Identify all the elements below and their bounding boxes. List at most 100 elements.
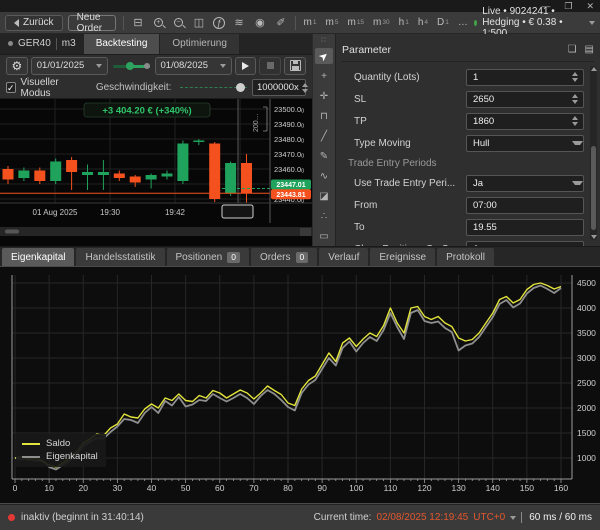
scrollbar-thumb[interactable] [591,146,596,230]
new-order-button[interactable]: Neue Order [67,11,117,34]
date-from-value: 01/01/2025 [36,60,85,72]
result-tab-positionen[interactable]: Positionen 0 [166,248,249,266]
timeframe-button-…[interactable]: … [457,17,469,28]
parameter-value: 07:00 [473,199,497,211]
parameter-text[interactable]: 07:00 [466,196,584,214]
save-preset-icon[interactable]: ▤ [585,44,594,55]
svg-text:4500: 4500 [577,278,596,288]
spin-down-icon[interactable] [572,122,578,126]
save-workspace-icon[interactable]: ⊟ [131,16,145,30]
svg-text:+3 404.20 € (+340%): +3 404.20 € (+340%) [102,106,191,117]
price-chart[interactable]: 23500.00 23490.00 23480.00 23470.00 23460.00… [0,99,312,246]
tab-optimierung[interactable]: Optimierung [160,34,240,54]
scroll-up-icon[interactable] [590,67,597,71]
save-backtest-button[interactable] [284,56,307,75]
date-from-select[interactable]: 01/01/2025 [30,56,108,75]
date-to-select[interactable]: 01/08/2025 [154,56,232,75]
timeframe-button-m30[interactable]: m 30 [372,17,391,28]
chevron-down-icon [510,515,517,520]
pattern-tool[interactable]: ∴ [315,208,333,224]
equity-chart[interactable]: 0 10 20 30 40 50 60 70 80 90 100 110 120 130 140 150 160… [0,266,600,504]
parameters-scrollbar[interactable] [590,66,597,240]
svg-text:19:30: 19:30 [100,208,121,217]
frame-tool[interactable]: ⊓ [315,108,333,124]
new-order-label: Neue Order [76,11,103,34]
cursor-tool[interactable]: ➤ [315,48,333,64]
parameter-dropdown[interactable]: Ja [466,240,584,246]
spin-up-icon[interactable] [572,72,578,76]
spin-up-icon[interactable] [572,94,578,98]
speed-value-spinner[interactable]: 1000000x [252,79,308,96]
visibility-icon[interactable]: ◉ [253,16,267,30]
indicator-icon[interactable]: ◫ [192,16,206,30]
spin-down-icon[interactable] [301,88,308,93]
range-knob[interactable] [125,61,134,70]
inactive-status-dot [8,514,15,521]
timeframe-button-m1[interactable]: m1 [303,17,318,28]
toolbar-separator [123,15,124,30]
parameters-title: Parameter [342,43,392,56]
result-tab-eigenkapital[interactable]: Eigenkapital [2,248,75,266]
stop-button[interactable] [259,56,282,75]
spin-up-icon[interactable] [572,116,578,120]
play-button[interactable] [234,56,257,75]
backtest-panel: GER40 m3 Backtesting Optimierung ⚙ 01/01… [0,34,312,246]
toolbar-separator [294,15,296,30]
measure-tool[interactable]: ✛ [315,88,333,104]
timeframe-button-D1[interactable]: D1 [436,17,450,28]
result-tab-label: Orders [259,251,291,263]
result-tab-handelsstatistik[interactable]: Handelsstatistik [76,248,165,266]
load-preset-icon[interactable]: ❏ [568,44,577,55]
result-tab-orders[interactable]: Orders 0 [250,248,318,266]
objects-icon[interactable]: ≋ [232,16,246,30]
speed-slider-knob[interactable] [236,83,245,92]
move-handle[interactable]: ∷ [315,36,333,44]
visual-mode-checkbox[interactable]: ✓ [6,82,16,93]
timeframe-button-m15[interactable]: m 15 [346,17,365,28]
settings-button[interactable]: ⚙ [6,56,28,75]
eraser-tool[interactable]: ◪ [315,188,333,204]
result-tab-ereignisse[interactable]: Ereignisse [370,248,436,266]
zoom-out-icon[interactable]: − [173,18,183,27]
symbol-chip[interactable]: GER40 m3 [0,34,84,54]
pencil-tool[interactable]: ✎ [315,148,333,164]
tab-backtesting[interactable]: Backtesting [83,34,161,54]
timeframe-button-m5[interactable]: m5 [325,17,340,28]
spin-up-icon[interactable] [301,82,308,87]
result-tab-protokoll[interactable]: Protokoll [437,248,494,266]
parameter-spinner[interactable]: 2650 [466,90,584,108]
parameter-value: 19.55 [473,221,497,233]
parameter-text[interactable]: 19.55 [466,218,584,236]
back-button[interactable]: Zurück [5,14,63,31]
parameter-spinner[interactable]: 1860 [466,112,584,130]
timeframe-group: m 1 m 5 m 15 m 30 h 1 h 4 D 1 … [303,17,469,28]
timezone-selector[interactable]: UTC+0 [473,512,505,523]
shape-tool[interactable]: ▭ [315,228,333,244]
timeframe-button-h4[interactable]: h4 [417,17,429,28]
svg-text:60: 60 [215,483,225,493]
zoom-in-icon[interactable]: + [153,18,163,27]
date-range-slider[interactable] [112,61,150,70]
speed-slider[interactable] [180,83,247,93]
edit-chart-icon[interactable]: ✐ [274,16,288,30]
svg-text:90: 90 [317,483,327,493]
svg-text:80: 80 [283,483,293,493]
parameter-dropdown[interactable]: Hull [466,134,584,152]
brush-tool[interactable]: ∿ [315,168,333,184]
parameter-spinner[interactable]: 1 [466,68,584,86]
range-knob[interactable] [143,62,150,69]
result-tab-verlauf[interactable]: Verlauf [319,248,369,266]
timeframe-button-h1[interactable]: h1 [398,17,410,28]
functions-icon[interactable]: ƒ [212,16,225,29]
spin-down-icon[interactable] [572,100,578,104]
crosshair-tool[interactable]: + [315,68,333,84]
spin-down-icon[interactable] [572,78,578,82]
svg-text:160: 160 [554,483,568,493]
line-tool[interactable]: ╱ [315,128,333,144]
play-icon [242,61,250,70]
scroll-down-icon[interactable] [590,235,597,239]
parameter-dropdown[interactable]: Ja [466,174,584,192]
parameters-header: Parameter ❏ ▤ [342,38,594,62]
toolbar-icon-group: ⊟ + − ◫ ƒ ≋ ◉ ✐ [131,16,288,30]
parameter-value: 1 [473,71,479,83]
